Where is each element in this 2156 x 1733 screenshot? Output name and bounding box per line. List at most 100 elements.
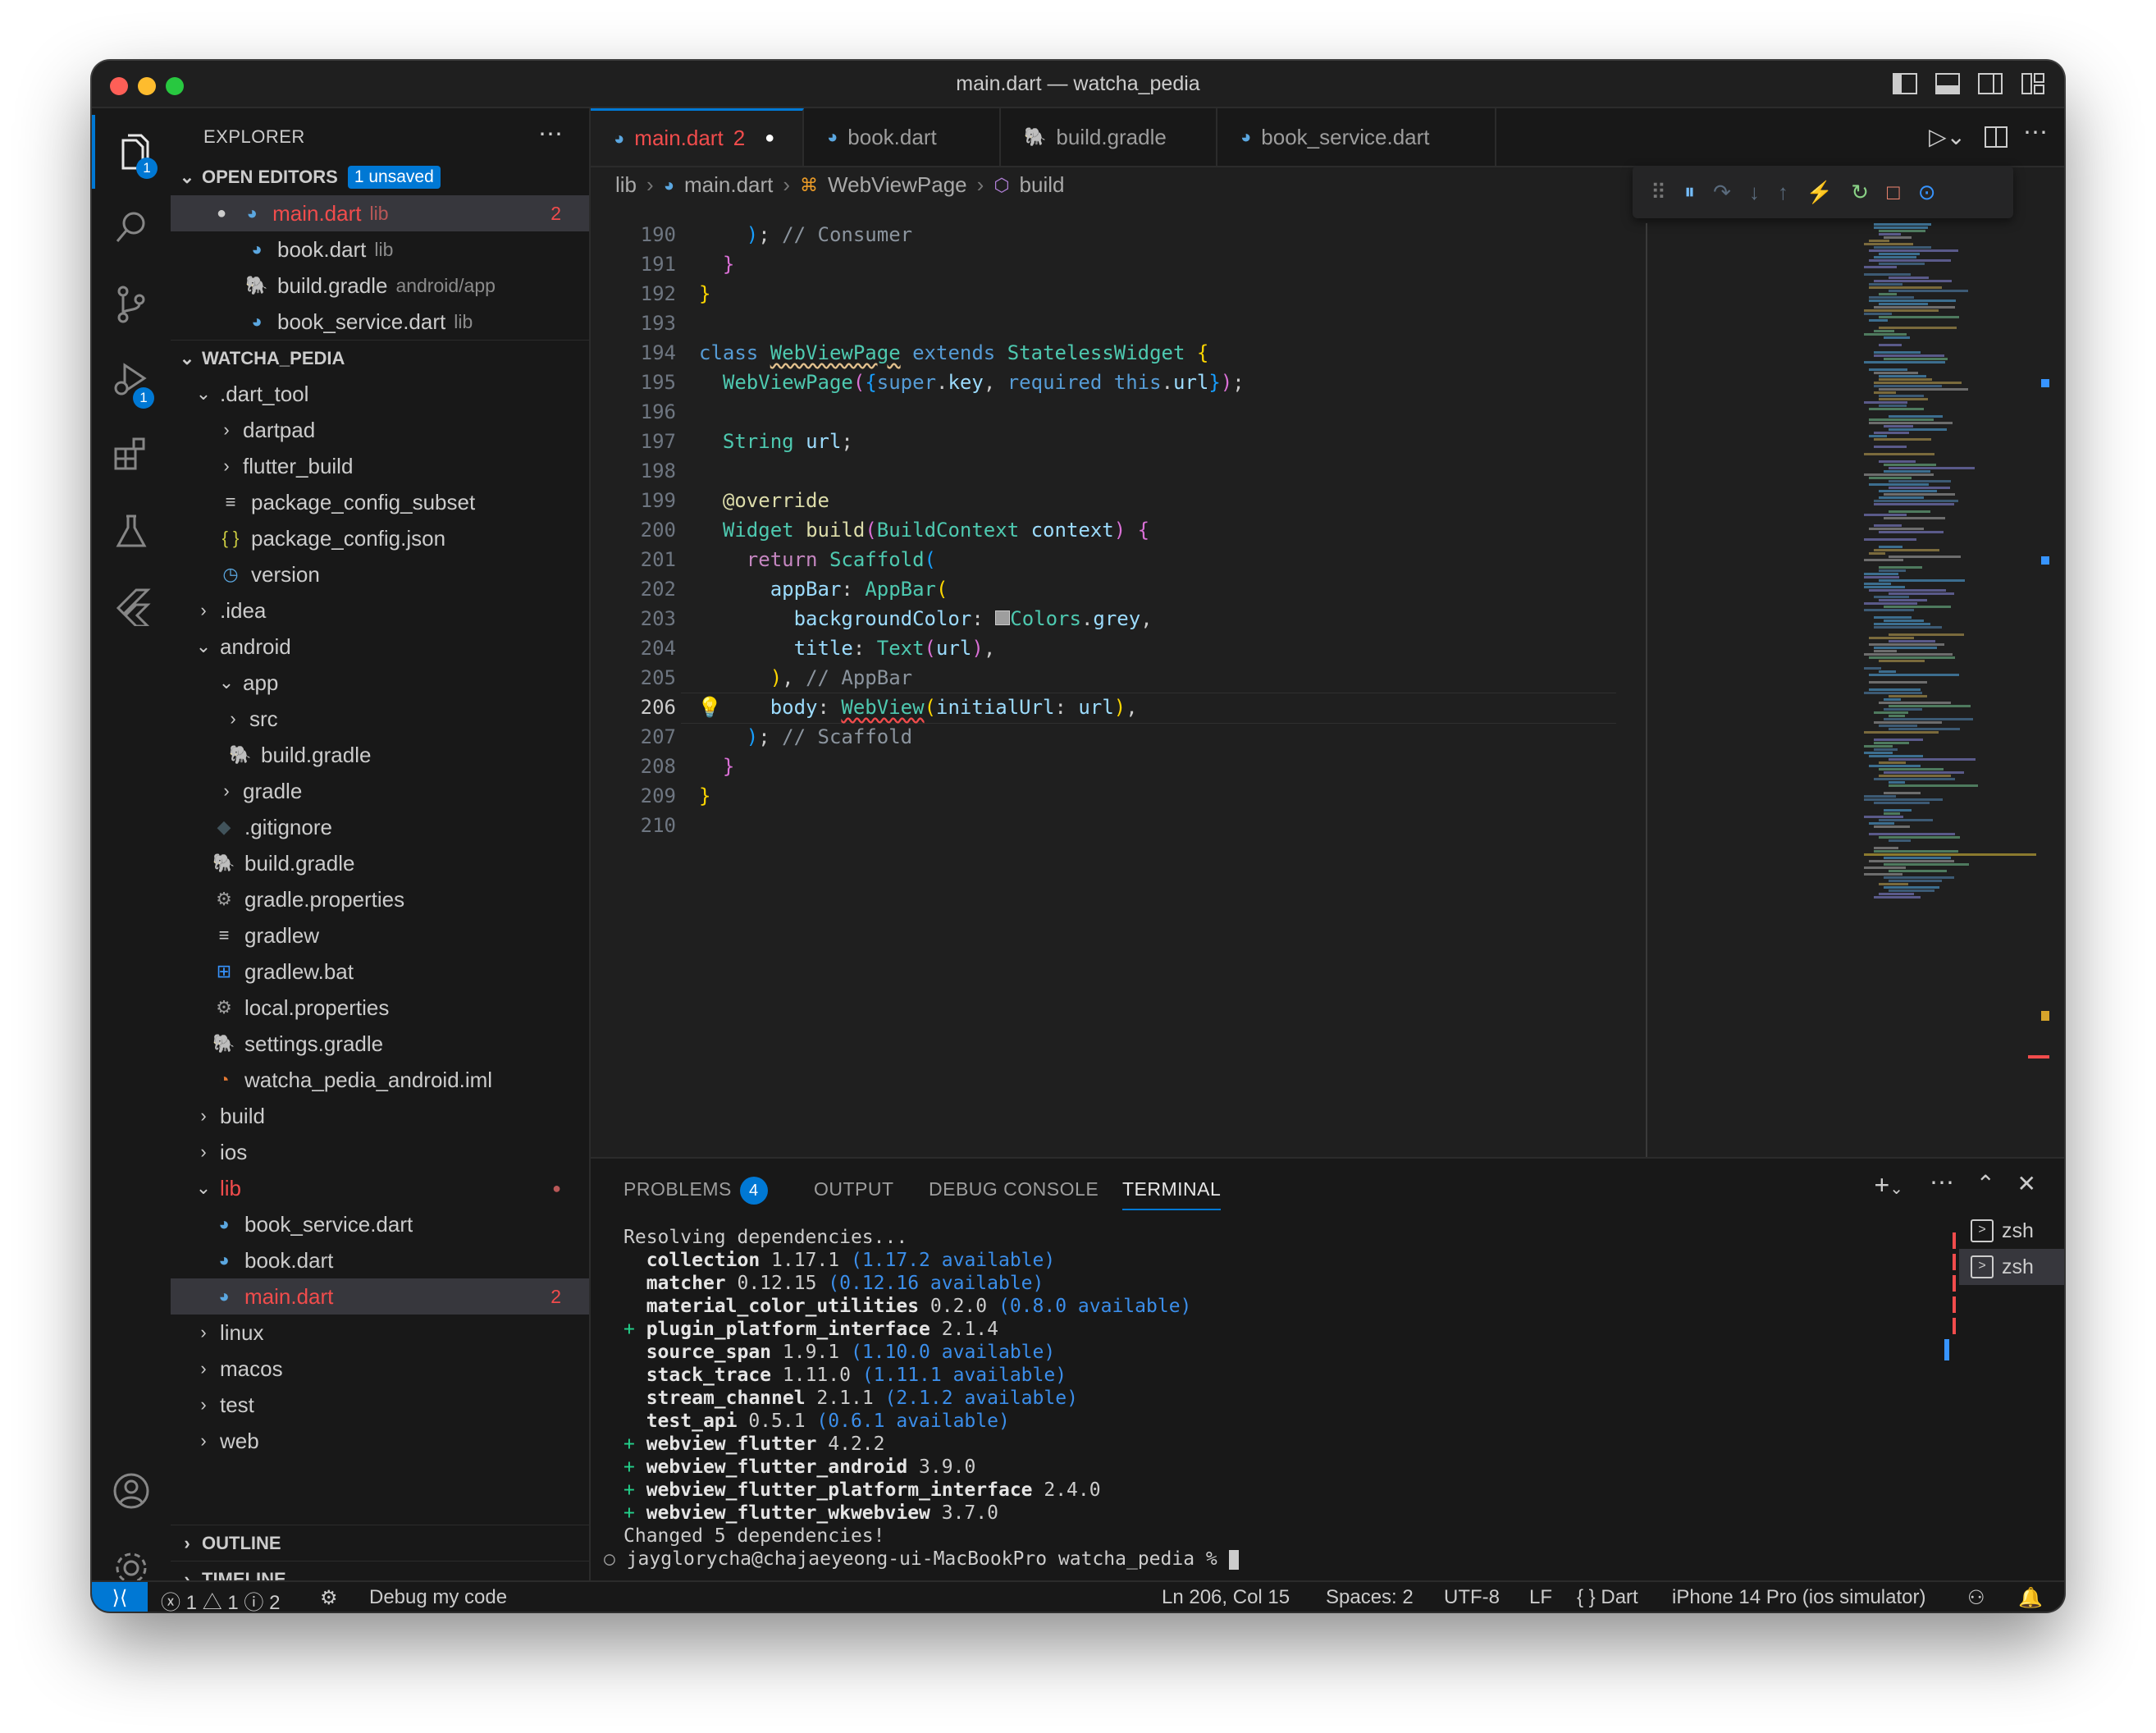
color-swatch[interactable] [995, 610, 1011, 625]
tree-item[interactable]: ⚙ local.properties [171, 990, 589, 1026]
tree-item[interactable]: › linux [171, 1315, 589, 1351]
explorer-activity[interactable]: 1 [92, 115, 174, 189]
open-editor-main-dart[interactable]: ● ◕ main.dart lib 2 [171, 195, 589, 231]
tab-output[interactable]: OUTPUT [814, 1178, 894, 1200]
cursor-position[interactable]: Ln 206, Col 15 [1162, 1586, 1290, 1609]
tree-item[interactable]: › flutter_build [171, 448, 589, 484]
minimap-line [1874, 500, 1959, 502]
tree-item[interactable]: › test [171, 1387, 589, 1423]
tab-book-service-dart[interactable]: ◕ book_service.dart [1217, 108, 1496, 166]
drag-handle-icon[interactable]: ⠿ [1651, 180, 1666, 205]
restart-icon[interactable]: ↻ [1851, 180, 1869, 205]
debug-configuration[interactable]: Debug my code [369, 1586, 507, 1609]
editor-more-actions-icon[interactable]: ⋯ [2023, 118, 2048, 147]
breadcrumb-item[interactable]: lib [615, 172, 637, 198]
devtools-search-icon[interactable]: ⊙ [1918, 180, 1936, 205]
tab-main-dart[interactable]: ◕ main.dart 2 ● [591, 108, 804, 166]
step-into-icon[interactable]: ↓ [1749, 180, 1760, 205]
step-out-icon[interactable]: ↑ [1778, 180, 1788, 205]
tree-item[interactable]: ⌄ lib ● [171, 1170, 589, 1206]
tree-item[interactable]: › gradle [171, 773, 589, 809]
remote-indicator-icon[interactable]: ⟩⟨ [92, 1582, 148, 1612]
tree-item[interactable]: ⌄ .dart_tool [171, 376, 589, 412]
tree-item[interactable]: › web [171, 1423, 589, 1459]
indentation[interactable]: Spaces: 2 [1326, 1586, 1414, 1609]
flutter-activity[interactable] [92, 569, 171, 643]
breadcrumb-item[interactable]: build [1020, 172, 1065, 198]
toggle-secondary-sidebar-icon[interactable] [1977, 71, 2003, 96]
tree-item[interactable]: › .idea [171, 592, 589, 629]
toggle-panel-icon[interactable] [1934, 71, 1961, 96]
outline-header[interactable]: › OUTLINE [171, 1525, 589, 1562]
minimap-line [1869, 300, 1957, 302]
device-selector[interactable]: iPhone 14 Pro (ios simulator) [1672, 1586, 1925, 1609]
terminal-instance-active[interactable]: > zsh [1959, 1249, 2064, 1285]
tree-item[interactable]: › build [171, 1098, 589, 1134]
tree-item[interactable]: ◕ book_service.dart [171, 1206, 589, 1242]
tab-book-dart[interactable]: ◕ book.dart [804, 108, 1001, 166]
open-editors-header[interactable]: ⌄ OPEN EDITORS 1 unsaved [171, 159, 589, 195]
panel-more-actions-icon[interactable]: ⋯ [1930, 1168, 1954, 1197]
tree-item[interactable]: 🐘 build.gradle [171, 845, 589, 881]
search-activity[interactable] [92, 190, 171, 264]
more-actions-icon[interactable]: ⋯ [538, 120, 563, 149]
tree-item[interactable]: ◷ version [171, 556, 589, 592]
tree-item[interactable]: ≡ package_config_subset [171, 484, 589, 520]
tree-item[interactable]: › src [171, 701, 589, 737]
tree-item[interactable]: › macos [171, 1351, 589, 1387]
tree-item[interactable]: › dartpad [171, 412, 589, 448]
stop-icon[interactable]: □ [1887, 180, 1900, 205]
split-editor-icon[interactable] [1984, 125, 2008, 149]
close-panel-icon[interactable]: ✕ [2017, 1170, 2036, 1197]
terminal-prompt-line[interactable]: ○ jayglorycha@chajaeyeong-ui-MacBookPro … [604, 1548, 1239, 1571]
new-terminal-icon[interactable]: +⌄ [1875, 1170, 1903, 1200]
chevron-down-icon: ⌄ [195, 383, 212, 404]
hot-reload-icon[interactable]: ⚡ [1807, 180, 1833, 205]
run-debug-activity[interactable]: 1 [92, 343, 171, 417]
tree-item[interactable]: { } package_config.json [171, 520, 589, 556]
tree-item[interactable]: ⚙ gradle.properties [171, 881, 589, 917]
tree-item[interactable]: › ios [171, 1134, 589, 1170]
tree-item[interactable]: ◆ .gitignore [171, 809, 589, 845]
extensions-activity[interactable] [92, 417, 171, 491]
tab-build-gradle[interactable]: 🐘 build.gradle [1001, 108, 1217, 166]
accounts-activity[interactable] [92, 1454, 171, 1528]
breadcrumb-item[interactable]: main.dart [684, 172, 773, 198]
run-icon[interactable]: ▷⌄ [1929, 123, 1966, 150]
terminal-instance[interactable]: > zsh [1959, 1213, 2064, 1249]
notifications-bell-icon[interactable]: 🔔 [2018, 1586, 2043, 1610]
source-control-activity[interactable] [92, 267, 171, 341]
tree-item[interactable]: ⊞ gradlew.bat [171, 953, 589, 990]
pause-icon[interactable]: ⏸ [1684, 179, 1695, 205]
tree-item[interactable]: ◕ main.dart 2 [171, 1278, 589, 1315]
maximize-panel-icon[interactable]: ⌃ [1976, 1170, 1995, 1197]
customize-layout-icon[interactable] [2020, 71, 2046, 96]
open-editor-build-gradle[interactable]: 🐘 build.gradle android/app [171, 267, 589, 304]
tree-item[interactable]: ◕ book.dart [171, 1242, 589, 1278]
problems-status[interactable]: ⓧ 1 △ 1 ⓘ 2 [161, 1586, 280, 1612]
terminal-output[interactable]: Resolving dependencies... collection 1.1… [604, 1226, 1239, 1571]
tab-debug-console[interactable]: DEBUG CONSOLE [929, 1178, 1099, 1200]
tree-item[interactable]: 🐘 settings.gradle [171, 1026, 589, 1062]
breadcrumb-item[interactable]: WebViewPage [828, 172, 967, 198]
step-over-icon[interactable]: ↷ [1713, 180, 1731, 205]
tree-item[interactable]: ≡ gradlew [171, 917, 589, 953]
tab-problems[interactable]: PROBLEMS 4 [624, 1177, 768, 1205]
minimap-line [1864, 313, 1892, 315]
feedback-icon[interactable]: ⚇ [1967, 1586, 1985, 1610]
toggle-primary-sidebar-icon[interactable] [1892, 71, 1918, 96]
minimap[interactable] [1864, 223, 2036, 1011]
testing-activity[interactable] [92, 494, 171, 568]
project-header[interactable]: ⌄ WATCHA_PEDIA [171, 340, 589, 377]
tree-item[interactable]: ⌄ android [171, 629, 589, 665]
open-editor-book-dart[interactable]: ◕ book.dart lib [171, 231, 589, 267]
tab-terminal[interactable]: TERMINAL [1122, 1178, 1222, 1210]
encoding[interactable]: UTF-8 [1444, 1586, 1500, 1609]
end-of-line[interactable]: LF [1529, 1586, 1552, 1609]
open-editor-book-service-dart[interactable]: ◕ book_service.dart lib [171, 304, 589, 340]
language-mode[interactable]: { } Dart [1577, 1586, 1638, 1609]
tree-item[interactable]: ◔ watcha_pedia_android.iml [171, 1062, 589, 1098]
tree-item[interactable]: 🐘 build.gradle [171, 737, 589, 773]
unsaved-dot-icon[interactable]: ● [765, 129, 774, 148]
tree-item[interactable]: ⌄ app [171, 665, 589, 701]
